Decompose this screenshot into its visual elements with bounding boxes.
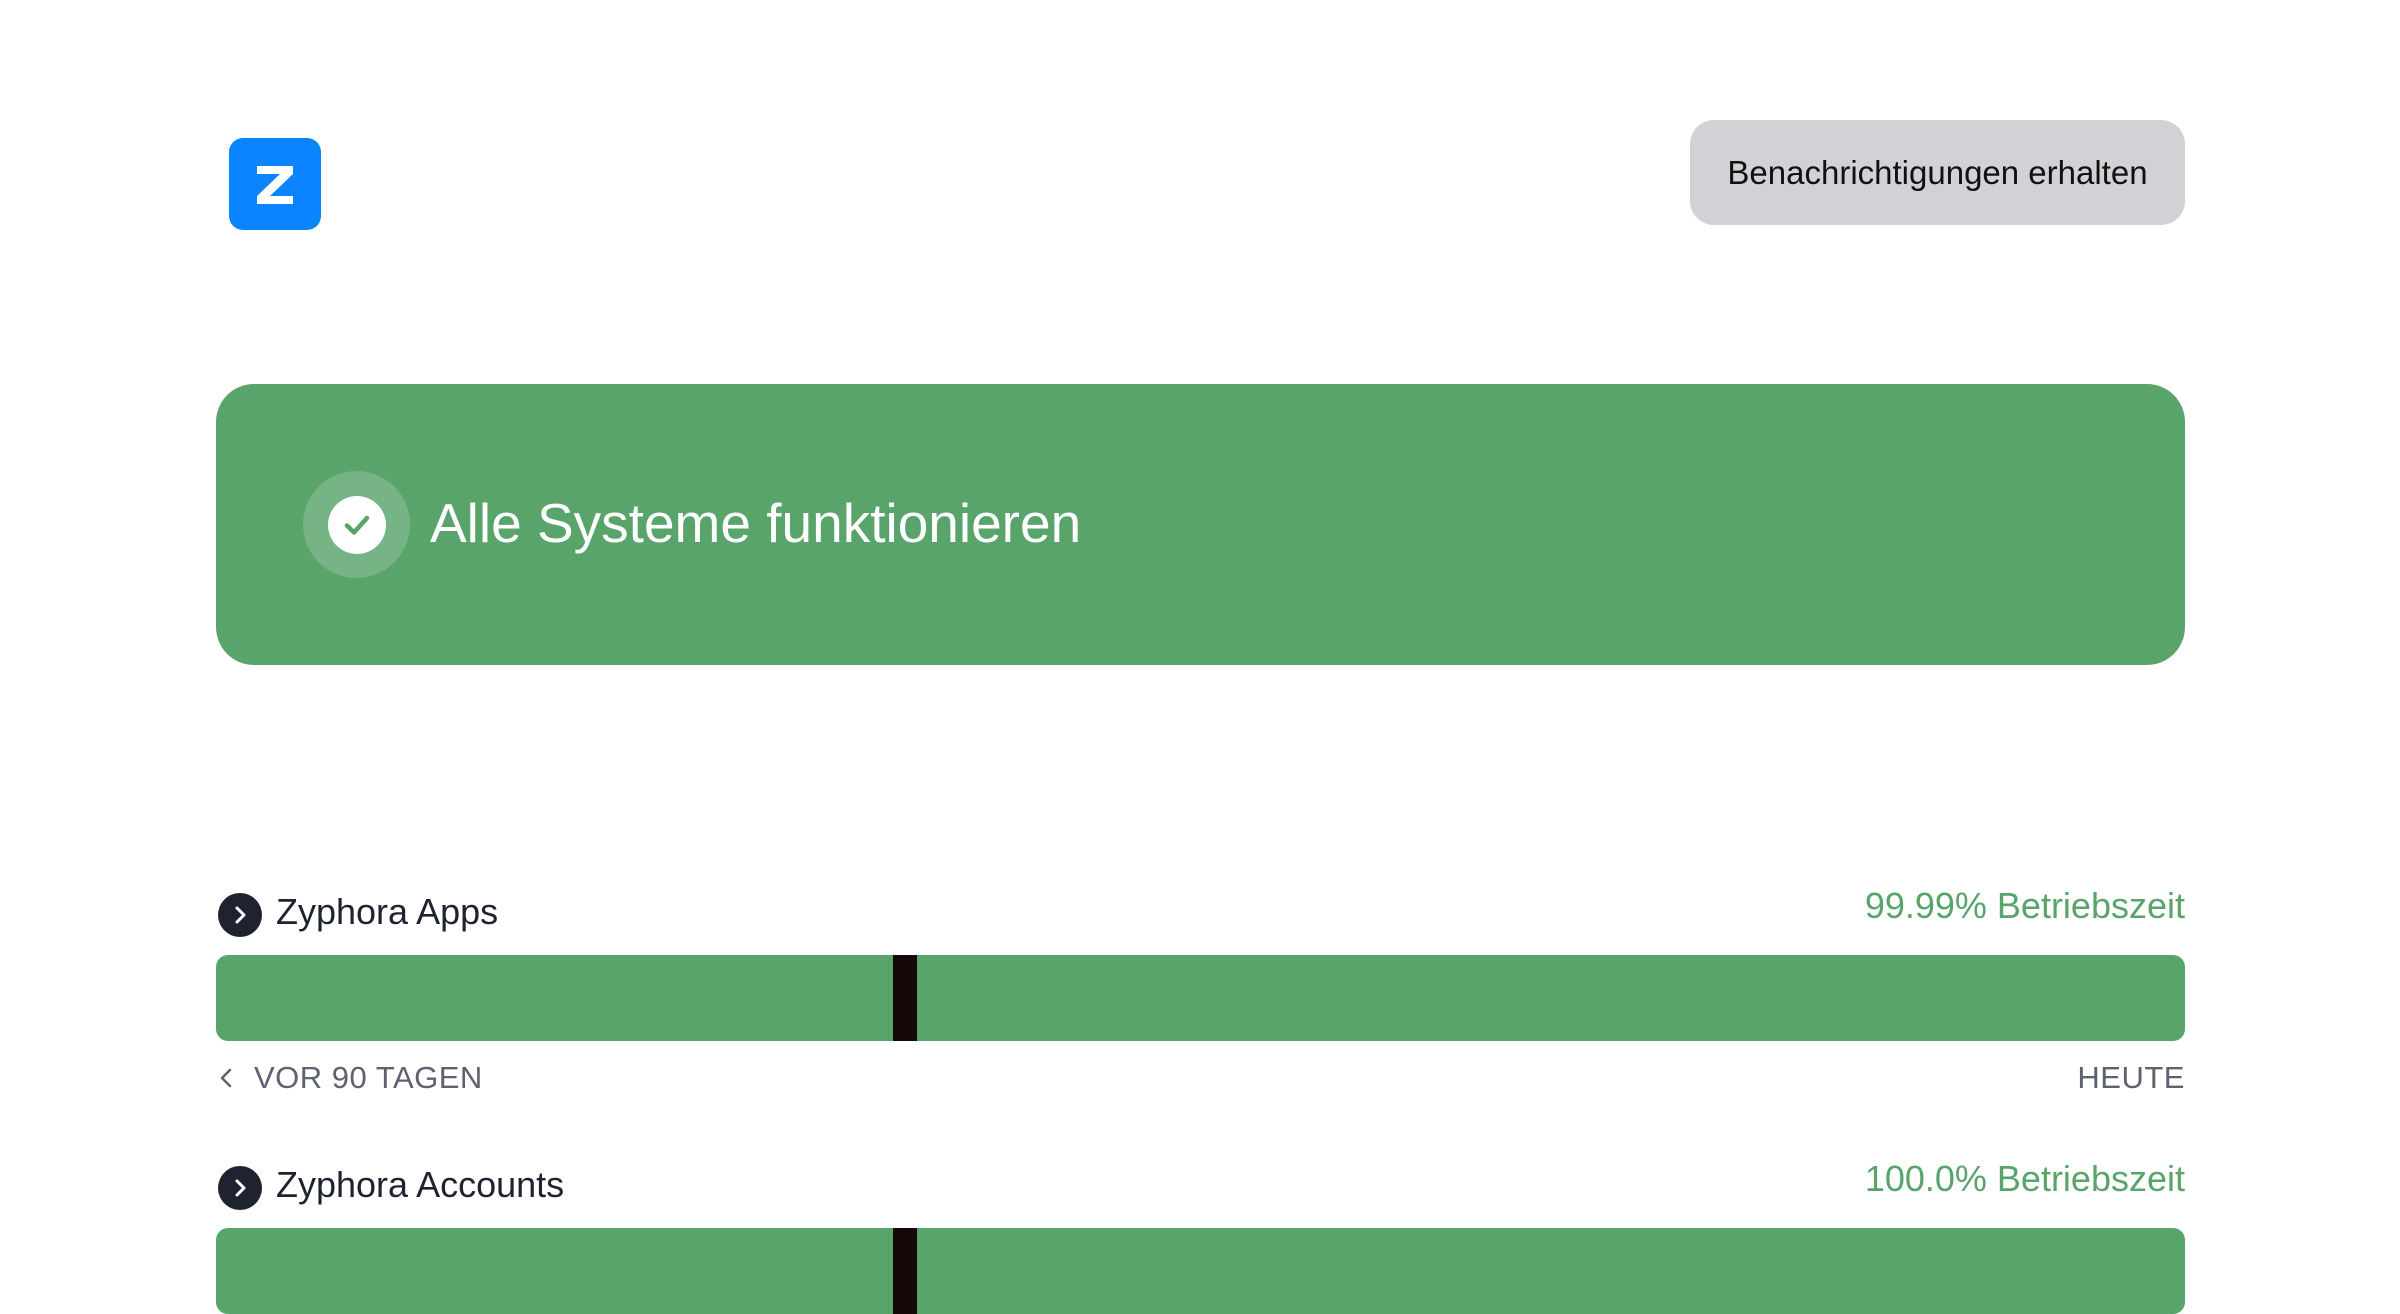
component-name: Zyphora Accounts	[276, 1164, 565, 1205]
status-title: Alle Systeme funktionieren	[430, 492, 1082, 554]
check-circle-icon	[303, 471, 410, 578]
uptime-percentage: 100.0% Betriebszeit	[1864, 1158, 2185, 1199]
uptime-bar[interactable]	[216, 1228, 2185, 1314]
range-start-label: VOR 90 TAGEN	[254, 1060, 483, 1095]
component-header: Zyphora Apps 99.99% Betriebszeit	[216, 885, 2185, 945]
expand-chevron-icon[interactable]	[218, 893, 262, 937]
range-end-label: HEUTE	[2077, 1060, 2185, 1095]
component-header: Zyphora Accounts 100.0% Betriebszeit	[216, 1158, 2185, 1218]
expand-chevron-icon[interactable]	[218, 1166, 262, 1210]
component-zyphora-accounts: Zyphora Accounts 100.0% Betriebszeit	[216, 1158, 2185, 1314]
subscribe-button[interactable]: Benachrichtigungen erhalten	[1690, 120, 2185, 225]
range-start[interactable]: VOR 90 TAGEN	[216, 1060, 483, 1096]
component-zyphora-apps: Zyphora Apps 99.99% Betriebszeit VOR 90 …	[216, 885, 2185, 1095]
uptime-range-labels: VOR 90 TAGEN HEUTE	[216, 1060, 2185, 1100]
z-letter-icon	[257, 166, 293, 204]
uptime-percentage: 99.99% Betriebszeit	[1864, 885, 2185, 926]
zyphora-logo-icon[interactable]	[229, 138, 321, 230]
component-name: Zyphora Apps	[276, 891, 499, 932]
incident-day-marker[interactable]	[893, 955, 917, 1041]
uptime-bar[interactable]	[216, 955, 2185, 1041]
incident-day-marker[interactable]	[893, 1228, 917, 1314]
chevron-left-icon	[220, 1068, 232, 1088]
status-banner: Alle Systeme funktionieren	[216, 384, 2185, 665]
